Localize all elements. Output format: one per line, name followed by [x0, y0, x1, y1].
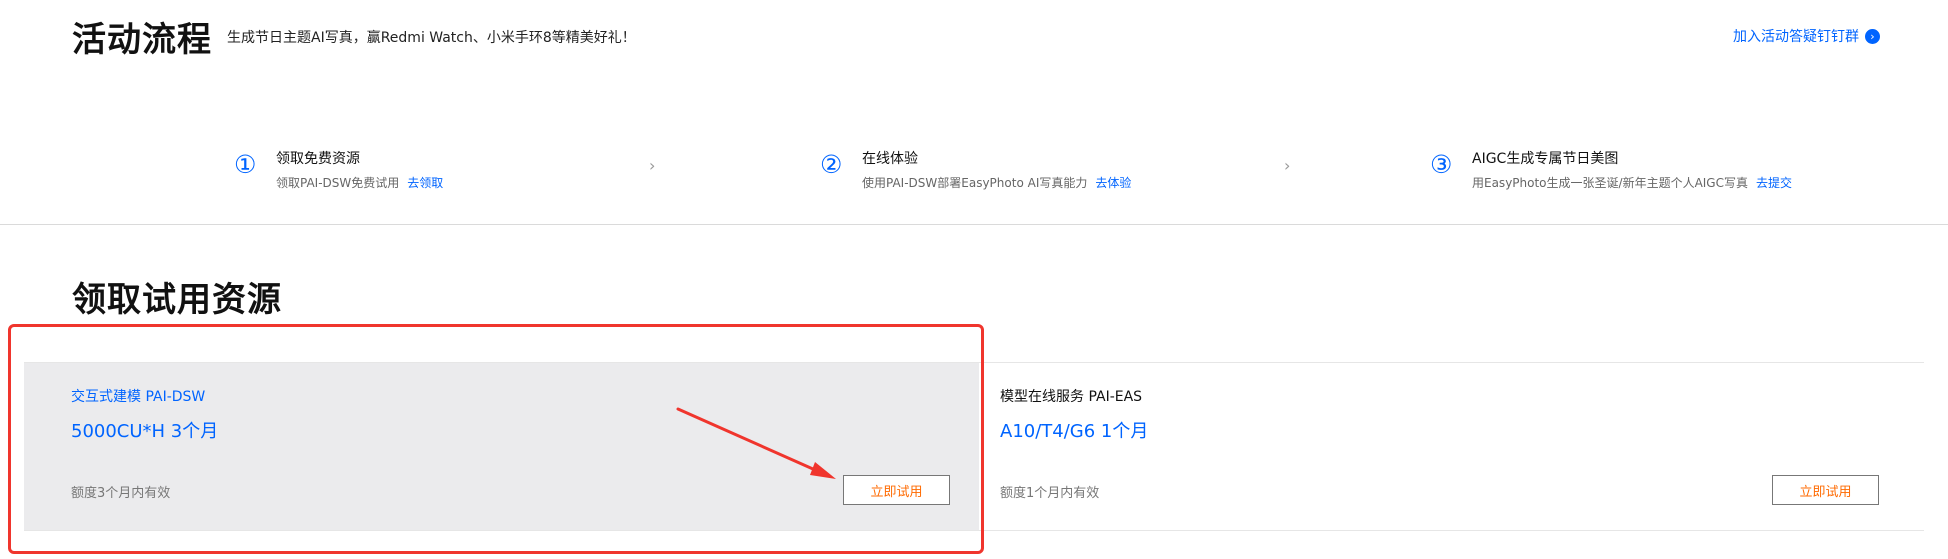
annotation-arrow-icon — [676, 407, 836, 479]
